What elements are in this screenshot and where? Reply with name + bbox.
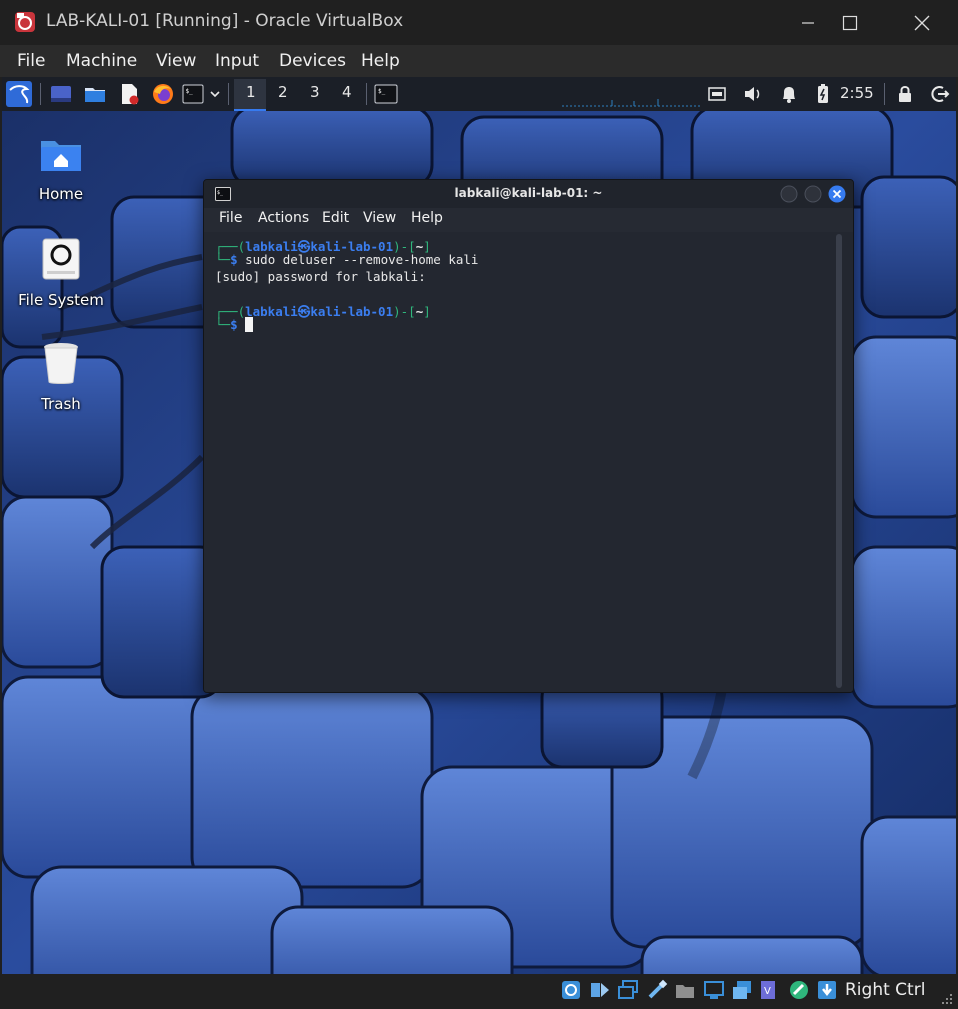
terminal-launcher-icon[interactable]: $_ bbox=[182, 83, 204, 105]
keyboard-capture-icon[interactable] bbox=[816, 979, 838, 1001]
menu-file[interactable]: File bbox=[17, 51, 45, 71]
terminal-menu-view[interactable]: View bbox=[363, 210, 396, 226]
display-icon[interactable] bbox=[703, 979, 725, 1001]
menu-devices[interactable]: Devices bbox=[279, 51, 346, 71]
terminal-menu-actions[interactable]: Actions bbox=[258, 210, 309, 226]
desktop-icon-file-system[interactable]: File System bbox=[6, 237, 116, 309]
text-editor-icon[interactable] bbox=[118, 83, 140, 105]
host-key-label: Right Ctrl bbox=[845, 980, 926, 1000]
file-manager-icon[interactable] bbox=[84, 83, 106, 105]
terminal-title: labkali@kali-lab-01: ~ bbox=[454, 186, 603, 200]
close-button[interactable] bbox=[892, 0, 952, 45]
shared-display-icon[interactable] bbox=[617, 979, 639, 1001]
video-capture-icon[interactable] bbox=[731, 979, 753, 1001]
desktop-icon-trash[interactable]: Trash bbox=[6, 341, 116, 413]
input-line[interactable]: └─$ bbox=[215, 317, 254, 332]
terminal-menu-bar: File Actions Edit View Help bbox=[204, 208, 853, 232]
workspace-4[interactable]: 4 bbox=[342, 83, 352, 101]
command-line: └─$ sudo deluser --remove-home kali bbox=[215, 252, 479, 267]
terminal-window[interactable]: $_ labkali@kali-lab-01: ~ File Actions E… bbox=[203, 179, 854, 693]
desktop-icon-label: File System bbox=[18, 291, 104, 309]
menu-input[interactable]: Input bbox=[215, 51, 259, 71]
terminal-maximize-button[interactable] bbox=[804, 185, 822, 203]
firefox-icon[interactable] bbox=[152, 83, 174, 105]
drive-icon bbox=[42, 238, 80, 280]
svg-text:$_: $_ bbox=[186, 88, 194, 95]
menu-machine[interactable]: Machine bbox=[66, 51, 137, 71]
kali-menu-icon[interactable] bbox=[6, 81, 32, 107]
maximize-button[interactable] bbox=[820, 0, 880, 45]
top-panel: $_ 1 2 3 4 $_ 2:55 bbox=[2, 77, 956, 111]
volume-icon[interactable] bbox=[742, 83, 764, 105]
taskbar-terminal-button[interactable]: $_ bbox=[374, 83, 398, 105]
show-desktop-icon[interactable] bbox=[50, 83, 72, 105]
terminal-minimize-button[interactable] bbox=[780, 185, 798, 203]
mouse-integration-icon[interactable] bbox=[788, 979, 810, 1001]
terminal-menu-file[interactable]: File bbox=[219, 210, 242, 226]
svg-text:V: V bbox=[764, 986, 771, 997]
desktop-icon-home[interactable]: Home bbox=[6, 135, 116, 203]
lock-screen-icon[interactable] bbox=[894, 83, 916, 105]
chevron-down-icon[interactable] bbox=[208, 83, 222, 105]
desktop-icon-label: Trash bbox=[41, 395, 81, 413]
virtualbox-status-bar: V Right Ctrl bbox=[0, 974, 958, 1009]
text-cursor bbox=[245, 317, 254, 332]
menu-view[interactable]: View bbox=[156, 51, 196, 71]
cpu-graph bbox=[562, 99, 702, 107]
shared-folder-icon[interactable] bbox=[674, 979, 696, 1001]
notification-bell-icon[interactable] bbox=[778, 83, 800, 105]
panel-clock[interactable]: 2:55 bbox=[840, 84, 874, 102]
network-icon[interactable] bbox=[706, 83, 728, 105]
workspace-1[interactable]: 1 bbox=[246, 83, 256, 101]
usb-icon[interactable] bbox=[646, 979, 668, 1001]
terminal-output[interactable]: ┌──(labkali㉿kali-lab-01)-[~] └─$ sudo de… bbox=[204, 232, 853, 692]
virtualbox-menu-bar: File Machine View Input Devices Help bbox=[0, 45, 958, 77]
command-text: sudo deluser --remove-home kali bbox=[245, 252, 479, 267]
desktop-icon-label: Home bbox=[38, 185, 84, 203]
optical-drive-icon[interactable] bbox=[589, 979, 611, 1001]
svg-text:$_: $_ bbox=[378, 88, 386, 95]
menu-help[interactable]: Help bbox=[361, 51, 400, 71]
workspace-2[interactable]: 2 bbox=[278, 83, 288, 101]
guest-screen[interactable]: $_ 1 2 3 4 $_ 2:55 Home File System Tras… bbox=[2, 77, 956, 974]
terminal-close-button[interactable] bbox=[828, 185, 846, 203]
virtualbox-app-icon bbox=[15, 12, 35, 32]
workspace-3[interactable]: 3 bbox=[310, 83, 320, 101]
home-folder-icon bbox=[41, 141, 81, 171]
terminal-menu-help[interactable]: Help bbox=[411, 210, 443, 226]
virtualization-icon[interactable]: V bbox=[757, 979, 779, 1001]
battery-icon[interactable] bbox=[812, 83, 834, 105]
resize-grip-icon[interactable] bbox=[940, 992, 954, 1006]
hard-disk-icon[interactable] bbox=[560, 979, 582, 1001]
terminal-title-bar[interactable]: $_ labkali@kali-lab-01: ~ bbox=[204, 180, 853, 208]
terminal-menu-edit[interactable]: Edit bbox=[322, 210, 349, 226]
logout-icon[interactable] bbox=[928, 83, 950, 105]
output-line: [sudo] password for labkali: bbox=[215, 269, 426, 284]
terminal-scrollbar[interactable] bbox=[836, 234, 842, 688]
virtualbox-title-bar: LAB-KALI-01 [Running] - Oracle VirtualBo… bbox=[0, 0, 958, 45]
trash-icon bbox=[44, 343, 78, 384]
window-title: LAB-KALI-01 [Running] - Oracle VirtualBo… bbox=[46, 11, 404, 31]
